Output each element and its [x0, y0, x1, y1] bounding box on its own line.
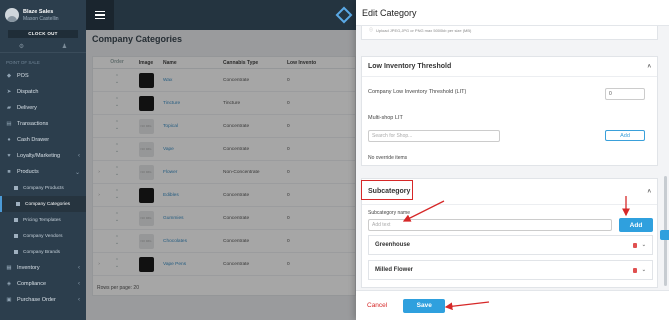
- sidebar-subitem-company-vendors[interactable]: Company Vendors: [0, 228, 86, 244]
- lit-card: Low Inventory Threshold ˄ Company Low Inv…: [361, 56, 658, 166]
- sidebar-item-label: Dispatch: [17, 89, 39, 95]
- chevron-left-icon: ‹: [78, 153, 80, 159]
- upload-note: ⓘ Upload JPEG,JPG or PNG max 5000kb per s…: [362, 26, 657, 39]
- cart-icon: ▣: [6, 297, 12, 303]
- save-button[interactable]: Save: [403, 298, 446, 313]
- sidebar-item-inventory[interactable]: ▦ Inventory ‹: [0, 260, 86, 276]
- modal-title: Edit Category: [356, 0, 669, 26]
- settings-icon[interactable]: ⚙: [19, 43, 24, 50]
- chevron-up-icon[interactable]: ˄: [647, 64, 651, 70]
- chevron-left-icon: ‹: [78, 297, 80, 303]
- sidebar-item-label: Delivery: [17, 105, 37, 111]
- subcategory-name-input[interactable]: Add text: [368, 219, 612, 231]
- sidebar-subitem-pricing-templates[interactable]: Pricing Templates: [0, 212, 86, 228]
- cancel-button[interactable]: Cancel: [367, 302, 387, 309]
- dispatch-icon: ➤: [6, 89, 12, 95]
- tag-icon: ◆: [6, 73, 12, 79]
- sidebar-item-label: Transactions: [17, 121, 49, 127]
- square-icon: [14, 234, 18, 238]
- lit-header[interactable]: Low Inventory Threshold ˄: [362, 57, 657, 77]
- trash-icon[interactable]: [632, 242, 637, 248]
- sidebar-subitem-label: Pricing Templates: [23, 217, 61, 223]
- sidebar-item-cash-drawer[interactable]: ● Cash Drawer: [0, 132, 86, 148]
- menu-icon[interactable]: [86, 0, 114, 30]
- sidebar: Blaze Sales Mason Castellin CLOCK OUT ⚙ …: [0, 0, 86, 320]
- sidebar-subitem-label: Company Brands: [23, 249, 61, 255]
- no-override-text: No override items: [368, 155, 408, 161]
- trash-icon[interactable]: [632, 267, 637, 273]
- lit-label: Company Low Inventory Threshold (LIT): [368, 89, 467, 95]
- sidebar-section-label: POINT OF SALE: [6, 60, 40, 65]
- lit-title: Low Inventory Threshold: [368, 63, 452, 70]
- sidebar-item-purchase-order[interactable]: ▣ Purchase Order ‹: [0, 292, 86, 308]
- truck-icon: ▰: [6, 105, 12, 111]
- subcategory-name: Milled Flower: [375, 267, 414, 273]
- modal-footer: Cancel Save: [356, 290, 669, 320]
- subcategory-highlight: [361, 180, 413, 200]
- sidebar-subitem-company-brands[interactable]: Company Brands: [0, 244, 86, 260]
- shop-search-input[interactable]: Search for Shop...: [368, 130, 500, 142]
- multishop-label: Multi-shop LIT: [368, 115, 403, 121]
- sidebar-item-label: Compliance: [17, 281, 47, 287]
- sidebar-subitem-label: Company Categories: [25, 201, 71, 207]
- user-name: Blaze Sales: [23, 8, 54, 15]
- sidebar-item-pos[interactable]: ◆ POS: [0, 68, 86, 84]
- subcategory-row: Greenhouse ⌄: [368, 235, 653, 255]
- sidebar-item-delivery[interactable]: ▰ Delivery: [0, 100, 86, 116]
- subcategory-row: Milled Flower ⌄: [368, 260, 653, 280]
- user-icon[interactable]: ♟: [62, 43, 67, 50]
- sidebar-item-compliance[interactable]: ◈ Compliance ‹: [0, 276, 86, 292]
- add-shop-button[interactable]: Add: [605, 130, 645, 141]
- subcategory-name: Greenhouse: [375, 242, 411, 248]
- sidebar-item-label: Cash Drawer: [17, 137, 50, 143]
- subcategory-name-label: Subcategory name: [368, 210, 410, 216]
- sidebar-item-label: Purchase Order: [17, 297, 56, 303]
- sidebar-item-transactions[interactable]: ▤ Transactions: [0, 116, 86, 132]
- square-icon: [14, 218, 18, 222]
- sidebar-subitem-label: Company Products: [23, 185, 64, 191]
- sidebar-subitem-company-products[interactable]: Company Products: [0, 180, 86, 196]
- chevron-down-icon[interactable]: ⌄: [642, 242, 646, 248]
- sidebar-item-label: Loyalty/Marketing: [17, 153, 61, 159]
- modal-backdrop[interactable]: [86, 30, 356, 320]
- top-bar: [86, 0, 356, 30]
- sidebar-item-products[interactable]: ■ Products ⌄: [0, 164, 86, 180]
- logo-icon: [335, 6, 353, 24]
- chevron-down-icon[interactable]: ⌄: [642, 267, 646, 273]
- sidebar-subitem-company-categories[interactable]: Company Categories: [0, 196, 86, 212]
- chevron-down-icon: ⌄: [74, 169, 80, 176]
- user-sub: Mason Castellin: [23, 15, 59, 22]
- sidebar-item-label: Inventory: [17, 265, 40, 271]
- chevron-left-icon: ‹: [78, 281, 80, 287]
- sidebar-item-loyalty[interactable]: ♥ Loyalty/Marketing ‹: [0, 148, 86, 164]
- square-icon: [16, 202, 20, 206]
- sidebar-item-label: Products: [17, 169, 39, 175]
- sidebar-subitem-label: Company Vendors: [23, 233, 63, 239]
- info-icon: ⓘ: [369, 27, 373, 32]
- heart-icon: ♥: [7, 153, 11, 159]
- shield-icon: ◈: [6, 281, 12, 287]
- add-subcategory-button[interactable]: Add: [619, 218, 653, 232]
- sidebar-icon-bar: ⚙ ♟: [0, 41, 86, 53]
- sidebar-item-label: POS: [17, 73, 29, 79]
- receipt-icon: ▤: [6, 121, 12, 127]
- square-icon: [14, 250, 18, 254]
- sidebar-item-dispatch[interactable]: ➤ Dispatch: [0, 84, 86, 100]
- clock-out-button[interactable]: CLOCK OUT: [8, 30, 78, 38]
- chevron-left-icon: ‹: [78, 265, 80, 271]
- user-box[interactable]: Blaze Sales Mason Castellin: [0, 0, 86, 30]
- upload-note-text: Upload JPEG,JPG or PNG max 5000kb per si…: [376, 27, 472, 33]
- lit-input[interactable]: 0: [605, 88, 645, 100]
- modal-body: ⓘ Upload JPEG,JPG or PNG max 5000kb per s…: [356, 26, 669, 290]
- edit-category-panel: Edit Category ⓘ Upload JPEG,JPG or PNG ma…: [356, 0, 669, 320]
- box-icon: ■: [7, 169, 11, 175]
- cash-icon: ●: [7, 137, 11, 143]
- image-card: ⓘ Upload JPEG,JPG or PNG max 5000kb per s…: [361, 26, 658, 40]
- avatar: [5, 8, 19, 22]
- inventory-icon: ▦: [6, 265, 12, 271]
- feedback-tab[interactable]: [660, 230, 669, 240]
- square-icon: [14, 186, 18, 190]
- chevron-up-icon[interactable]: ˄: [647, 189, 651, 195]
